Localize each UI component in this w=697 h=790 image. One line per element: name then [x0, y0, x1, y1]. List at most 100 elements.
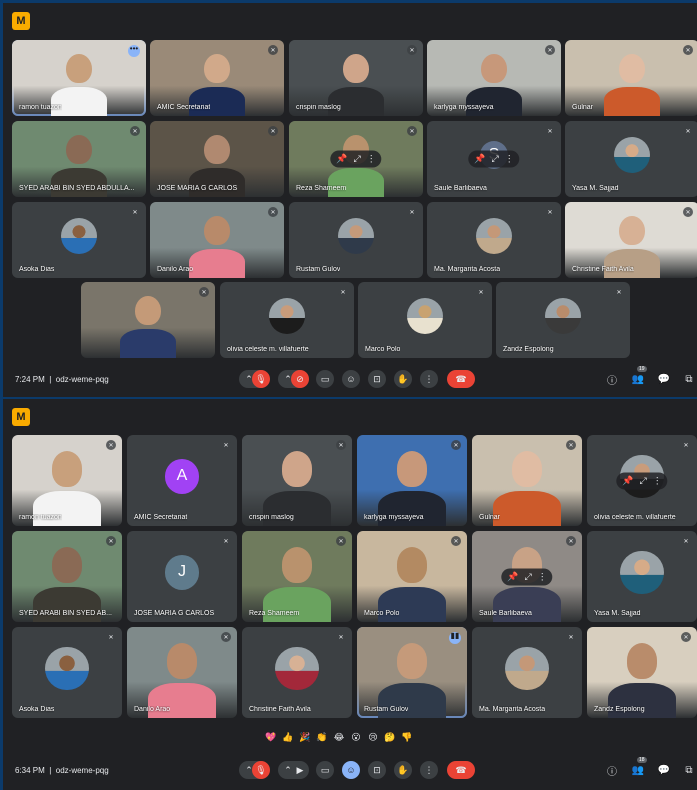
participant-tile[interactable]: ▮▮ Rustam Gulov	[357, 627, 467, 718]
participant-tile[interactable]: ✕ Gulnar	[565, 40, 697, 116]
reaction-emoji[interactable]: 🤔	[384, 732, 396, 743]
participant-tile[interactable]: ✕ Marco Polo	[358, 282, 492, 358]
muted-mic-icon: ✕	[683, 126, 693, 136]
camera-button[interactable]: ▶	[291, 761, 309, 779]
end-call-button[interactable]: ☎	[447, 370, 475, 388]
participant-name: AMIC Secretariat	[134, 514, 188, 521]
chat-icon[interactable]: 💬	[657, 765, 671, 776]
participant-tile[interactable]: ✕ crispin maslog	[289, 40, 423, 116]
expand-icon[interactable]: ⤢	[640, 475, 647, 486]
participant-tile[interactable]: ✕ Asoka Dias	[12, 202, 146, 278]
tile-more-icon[interactable]: ⋮	[367, 154, 376, 165]
participant-tile[interactable]: ✕ ramon tuazon	[12, 435, 122, 526]
participant-tile[interactable]: ✕ Rustam Gulov	[289, 202, 423, 278]
present-button[interactable]: ⊡	[368, 370, 386, 388]
participant-name: Gulnar	[479, 514, 501, 521]
reaction-emoji[interactable]: 😢	[367, 732, 379, 743]
avatar	[45, 646, 89, 691]
tile-more-icon[interactable]: ⋮	[538, 571, 547, 582]
muted-mic-icon: ✕	[545, 45, 555, 55]
muted-mic-icon: ✕	[199, 287, 209, 297]
reaction-emoji[interactable]: 🎉	[299, 732, 311, 743]
more-options-button[interactable]: ⋮	[420, 370, 438, 388]
avatar	[620, 550, 664, 595]
participant-name: ramon tuazon	[19, 514, 62, 521]
participant-tile[interactable]: ✕ Ma. Margarita Acosta	[427, 202, 561, 278]
avatar	[60, 217, 98, 255]
participant-tile[interactable]: ✕ Danilo Arao	[150, 202, 284, 278]
participant-tile[interactable]: 📌 ⤢ ⋮ ✕ Reza Shameem	[289, 121, 423, 197]
participant-tile[interactable]: ✕ Danilo Arao	[127, 627, 237, 718]
avatar-letter: J	[164, 555, 200, 590]
captions-button[interactable]: ▭	[316, 370, 334, 388]
participant-tile[interactable]: ✕ Marco Polo	[357, 531, 467, 622]
participant-tile[interactable]: ✕ Christine Faith Avila	[565, 202, 697, 278]
participant-tile[interactable]: ✕ Reza Shameem	[242, 531, 352, 622]
participant-tile[interactable]: ✕ SYED ARABI BIN SYED ABDULLA...	[12, 121, 146, 197]
participant-tile[interactable]: ✕	[81, 282, 215, 358]
mic-off-button[interactable]: 🎙	[252, 370, 270, 388]
more-options-button[interactable]: ⋮	[420, 761, 438, 779]
activities-icon[interactable]: ⧉	[682, 765, 696, 776]
participant-name: Zandz Espolong	[503, 346, 554, 353]
participant-tile[interactable]: ✕ SYED ARABI BIN SYED AB...	[12, 531, 122, 622]
reaction-emoji[interactable]: 😂	[333, 732, 345, 743]
reaction-emoji[interactable]: 💖	[265, 732, 277, 743]
pin-icon[interactable]: 📌	[622, 475, 633, 486]
emoji-button[interactable]: ☺	[342, 370, 360, 388]
mic-off-button[interactable]: 🎙	[252, 761, 270, 779]
pin-icon[interactable]: 📌	[507, 571, 518, 582]
participant-tile[interactable]: ✕ Christine Faith Avila	[242, 627, 352, 718]
participant-tile[interactable]: ✕ JOSE MARIA G CARLOS	[150, 121, 284, 197]
participant-tile[interactable]: ✕ Zandz Espolong	[496, 282, 630, 358]
clock-and-code: 7:24 PM | odz-weme-pqg	[15, 374, 109, 384]
participant-tile[interactable]: ✕ olivia celeste m. villafuerte	[220, 282, 354, 358]
reaction-emoji[interactable]: 👏	[316, 732, 328, 743]
tile-more-icon[interactable]: ⋮	[653, 475, 662, 486]
people-icon[interactable]: 👥	[631, 765, 645, 776]
raise-hand-button[interactable]: ✋	[394, 370, 412, 388]
participant-tile[interactable]: ✕ Asoka Dias	[12, 627, 122, 718]
muted-mic-icon: ✕	[221, 632, 231, 642]
tile-more-icon[interactable]: ⋮	[505, 154, 514, 165]
end-call-button[interactable]: ☎	[447, 761, 475, 779]
participant-tile[interactable]: ✕ Ma. Margarita Acosta	[472, 627, 582, 718]
participant-tile[interactable]: A ✕ AMIC Secretariat	[127, 435, 237, 526]
participant-tile[interactable]: J ✕ JOSE MARIA G CARLOS	[127, 531, 237, 622]
participant-tile[interactable]: ••• ramon tuazon	[12, 40, 146, 116]
info-icon[interactable]: ⓘ	[605, 372, 619, 387]
expand-icon[interactable]: ⤢	[525, 571, 532, 582]
participant-name: Christine Faith Avila	[249, 706, 311, 713]
reaction-emoji[interactable]: 👍	[282, 732, 294, 743]
participant-tile[interactable]: ✕ karlyga myssayeva	[357, 435, 467, 526]
info-icon[interactable]: ⓘ	[605, 763, 619, 778]
pin-icon[interactable]: 📌	[336, 154, 347, 165]
raise-hand-button[interactable]: ✋	[394, 761, 412, 779]
pin-icon[interactable]: 📌	[474, 154, 485, 165]
muted-mic-icon: ✕	[268, 207, 278, 217]
camera-off-button[interactable]: ⊘	[291, 370, 309, 388]
expand-icon[interactable]: ⤢	[354, 154, 361, 165]
emoji-button[interactable]: ☺	[342, 761, 360, 779]
participant-tile[interactable]: ✕ Gulnar	[472, 435, 582, 526]
present-button[interactable]: ⊡	[368, 761, 386, 779]
tile-options-icon[interactable]: •••	[128, 45, 140, 57]
participant-tile[interactable]: ✕ Zandz Espolong	[587, 627, 697, 718]
participant-tile[interactable]: ✕ crispin maslog	[242, 435, 352, 526]
video-feed	[12, 531, 122, 622]
chat-icon[interactable]: 💬	[657, 374, 671, 385]
people-icon[interactable]: 👥	[631, 374, 645, 385]
participant-tile[interactable]: ✕ AMIC Secretariat	[150, 40, 284, 116]
participant-tile[interactable]: ✕ karlyga myssayeva	[427, 40, 561, 116]
expand-icon[interactable]: ⤢	[492, 154, 499, 165]
participant-tile[interactable]: 📌 ⤢ ⋮ ✕ olivia celeste m. villafuerte	[587, 435, 697, 526]
participant-tile[interactable]: S📌⤢⋮✕Saule Barlibaeva	[427, 121, 561, 197]
activities-icon[interactable]: ⧉	[682, 374, 696, 385]
participant-tile[interactable]: ✕ Yasa M. Sajjad	[587, 531, 697, 622]
participant-tile[interactable]: 📌 ⤢ ⋮ ✕ Saule Barlibaeva	[472, 531, 582, 622]
reaction-emoji[interactable]: 👎	[401, 732, 413, 743]
reaction-emoji[interactable]: 😮	[350, 732, 362, 743]
participant-name: Saule Barlibaeva	[479, 610, 532, 617]
participant-tile[interactable]: ✕ Yasa M. Sajjad	[565, 121, 697, 197]
captions-button[interactable]: ▭	[316, 761, 334, 779]
